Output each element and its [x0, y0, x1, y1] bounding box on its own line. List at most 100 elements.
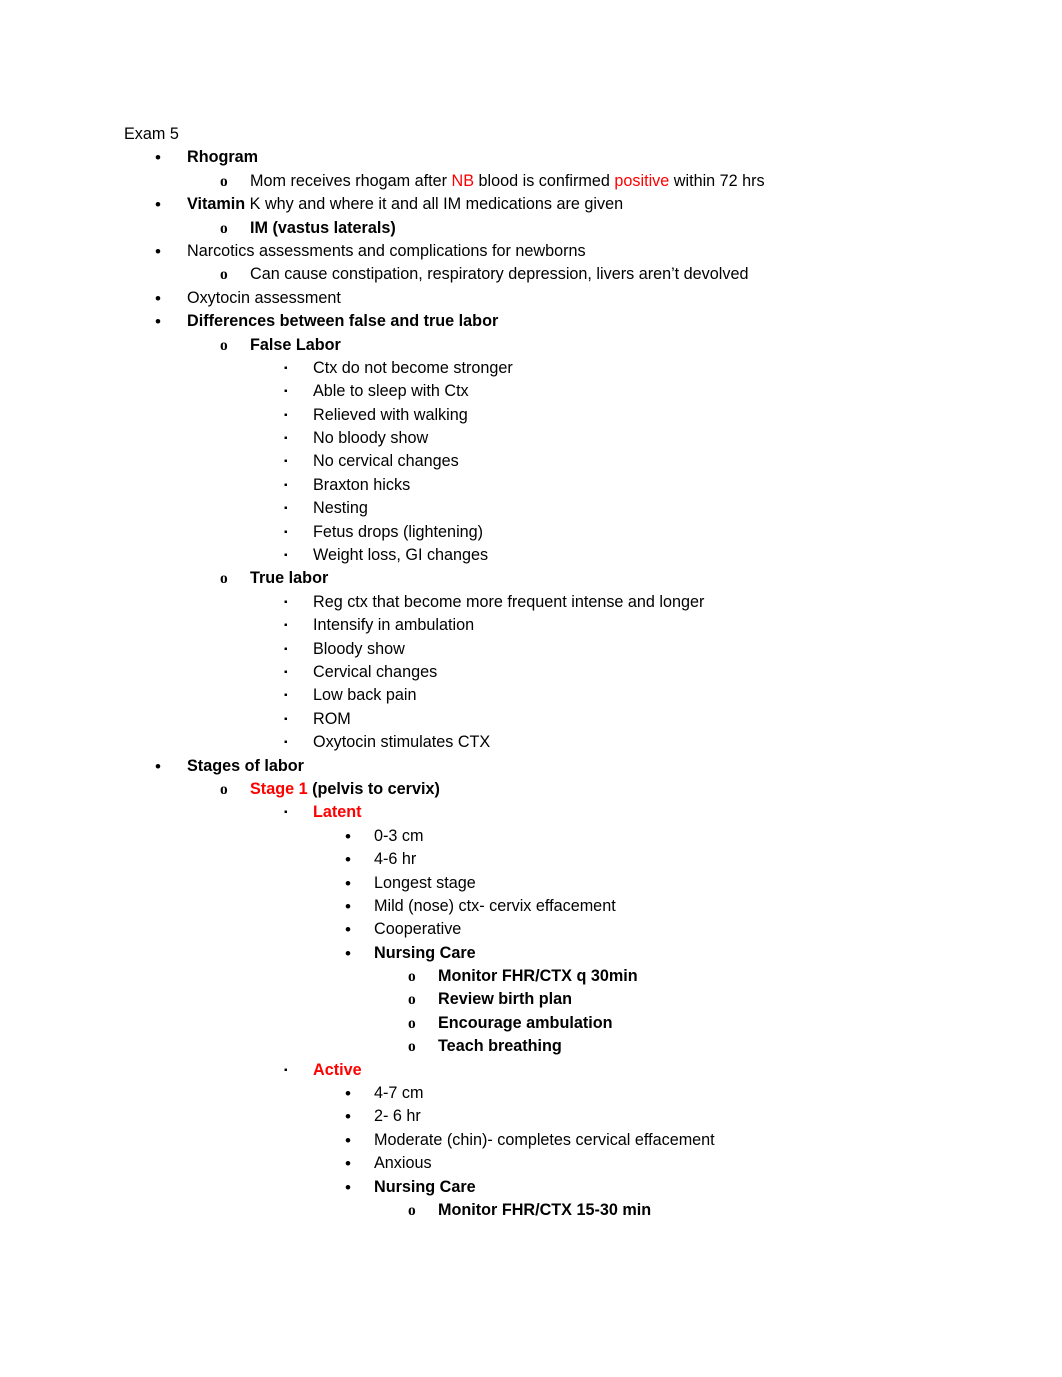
outline-item-text: Braxton hicks	[313, 475, 411, 494]
text-run: blood is confirmed	[474, 171, 615, 190]
bullet-marker-icon: ▪	[284, 737, 288, 749]
bullet-marker-icon: •	[155, 288, 161, 308]
outline-item-level-3: ▪ Ctx do not become stronger	[0, 357, 1062, 380]
outline-item-text: 4-7 cm	[374, 1084, 424, 1103]
outline-item-level-3: ▪ Bloody show	[0, 638, 1062, 661]
outline-item-text: Review birth plan	[438, 990, 573, 1009]
outline-item-text: Encourage ambulation	[438, 1013, 613, 1032]
bullet-marker-icon: ▪	[284, 596, 288, 608]
outline-item-level-4: • 2- 6 hr	[0, 1105, 1062, 1128]
outline-item-level-1: • Vitamin K why and where it and all IM m…	[0, 193, 1062, 216]
outline-item-level-2: o True labor	[0, 567, 1062, 590]
outline-item-level-5: o Monitor FHR/CTX q 30min	[0, 965, 1062, 988]
outline-item-text: Can cause constipation, respiratory depr…	[250, 265, 749, 284]
outline-item-text: Relieved with walking	[313, 405, 468, 424]
outline-item-level-2: o IM (vastus laterals)	[0, 217, 1062, 240]
bullet-marker-icon: ▪	[284, 433, 288, 445]
outline-item-text: Nesting	[313, 499, 368, 518]
outline-item-text: Stages of labor	[187, 756, 304, 775]
outline-item-level-5: o Monitor FHR/CTX 15-30 min	[0, 1199, 1062, 1222]
outline-item-text: Mild (nose) ctx- cervix effacement	[374, 896, 616, 915]
outline-item-level-3: ▪ Weight loss, GI changes	[0, 544, 1062, 567]
outline-item-text: Mom receives rhogam after NB blood is co…	[250, 170, 765, 193]
bullet-marker-icon: ▪	[284, 456, 288, 468]
outline-item-level-1: • Oxytocin assessment	[0, 287, 1062, 310]
outline-item-level-3: ▪ Cervical changes	[0, 661, 1062, 684]
outline-item-level-3: ▪ ROM	[0, 708, 1062, 731]
outline-item-level-3: ▪ Active	[0, 1059, 1062, 1082]
outline-item-text: Vitamin K why and where it and all IM me…	[187, 193, 623, 216]
bullet-marker-icon: ▪	[284, 666, 288, 678]
bullet-marker-icon: ▪	[284, 1064, 288, 1076]
outline-item-level-4: • Nursing Care	[0, 1176, 1062, 1199]
bullet-marker-icon: o	[220, 172, 228, 190]
text-run: Vitamin	[187, 195, 246, 214]
bullet-marker-icon: ▪	[284, 807, 288, 819]
outline-item-level-4: • Mild (nose) ctx- cervix effacement	[0, 895, 1062, 918]
outline-item-text: Able to sleep with Ctx	[313, 382, 469, 401]
outline-item-level-3: ▪ Able to sleep with Ctx	[0, 380, 1062, 403]
text-run: (pelvis to cervix)	[307, 779, 440, 798]
outline-item-level-1: • Differences between false and true labo…	[0, 310, 1062, 333]
outline-item-level-4: • Longest stage	[0, 872, 1062, 895]
outline-item-text: Weight loss, GI changes	[313, 546, 489, 565]
outline-item-text: IM (vastus laterals)	[250, 218, 396, 237]
bullet-marker-icon: ▪	[284, 386, 288, 398]
outline-item-text: Cooperative	[374, 920, 462, 939]
outline-item-text: Intensify in ambulation	[313, 616, 475, 635]
outline-item-level-3: ▪ Oxytocin stimulates CTX	[0, 731, 1062, 754]
outline-item-text: Oxytocin assessment	[187, 288, 341, 307]
outline-item-text: No bloody show	[313, 429, 429, 448]
outline-item-level-5: o Encourage ambulation	[0, 1012, 1062, 1035]
outline-item-level-3: ▪ Low back pain	[0, 684, 1062, 707]
text-run: K why and where it and all IM medication…	[245, 195, 624, 214]
outline-item-text: Cervical changes	[313, 662, 438, 681]
outline-item-level-2: o Can cause constipation, respiratory dep…	[0, 263, 1062, 286]
bullet-marker-icon: o	[220, 336, 228, 354]
outline-item-text: True labor	[250, 569, 329, 588]
bullet-marker-icon: •	[345, 850, 351, 870]
outline-item-text: Moderate (chin)- completes cervical effa…	[374, 1130, 715, 1149]
bullet-marker-icon: o	[408, 1201, 416, 1219]
bullet-marker-icon: •	[345, 873, 351, 893]
outline-item-level-1: • Stages of labor	[0, 755, 1062, 778]
outline-item-level-2: o False Labor	[0, 334, 1062, 357]
outline-item-level-3: ▪ Relieved with walking	[0, 404, 1062, 427]
outline-item-text: False Labor	[250, 335, 341, 354]
bullet-marker-icon: o	[408, 1014, 416, 1032]
bullet-marker-icon: ▪	[284, 690, 288, 702]
bullet-marker-icon: ▪	[284, 550, 288, 562]
bullet-marker-icon: ▪	[284, 362, 288, 374]
outline-item-level-3: ▪ No bloody show	[0, 427, 1062, 450]
outline-item-level-1: • Rhogram	[0, 146, 1062, 169]
bullet-marker-icon: •	[345, 943, 351, 963]
outline-item-text: Teach breathing	[438, 1037, 562, 1056]
bullet-marker-icon: •	[345, 1084, 351, 1104]
bullet-marker-icon: ▪	[284, 643, 288, 655]
outline-item-level-4: • 4-6 hr	[0, 848, 1062, 871]
outline-item-text: ROM	[313, 709, 351, 728]
bullet-marker-icon: o	[220, 780, 228, 798]
outline-item-text: Stage 1 (pelvis to cervix)	[250, 778, 440, 801]
document-body: Exam 5 • Rhogram o Mom receives rhogam after…	[0, 0, 1062, 1222]
bullet-marker-icon: •	[155, 312, 161, 332]
bullet-marker-icon: ▪	[284, 503, 288, 515]
outline-item-text: Differences between false and true labor	[187, 312, 499, 331]
outline-item-text: Low back pain	[313, 686, 417, 705]
outline-item-level-4: • 4-7 cm	[0, 1082, 1062, 1105]
highlighted-text-run: positive	[614, 171, 670, 190]
outline-item-level-3: ▪ No cervical changes	[0, 450, 1062, 473]
bullet-marker-icon: o	[408, 1038, 416, 1056]
outline-item-text: Nursing Care	[374, 943, 476, 962]
outline-item-text: Latent	[313, 803, 362, 822]
bullet-marker-icon: o	[220, 266, 228, 284]
outline-item-level-2: o Mom receives rhogam after NB blood is c…	[0, 170, 1062, 193]
bullet-marker-icon: •	[345, 826, 351, 846]
bullet-marker-icon: •	[155, 148, 161, 168]
outline-item-text: Active	[313, 1060, 362, 1079]
bullet-marker-icon: o	[408, 968, 416, 986]
outline-item-text: Ctx do not become stronger	[313, 358, 513, 377]
bullet-marker-icon: ▪	[284, 620, 288, 632]
outline-item-level-4: • Nursing Care	[0, 942, 1062, 965]
outline-item-text: Exam 5	[124, 125, 179, 143]
